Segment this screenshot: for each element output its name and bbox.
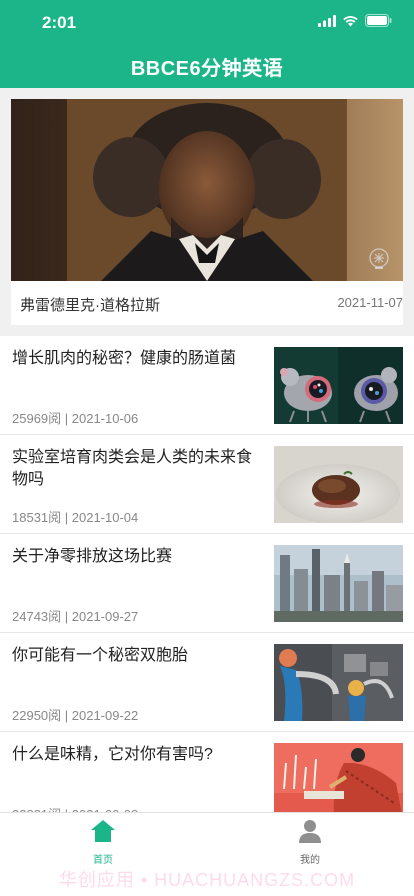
article-meta: 24743阅 | 2021-09-27 bbox=[12, 609, 139, 624]
article-thumbnail-net-zero bbox=[274, 545, 403, 622]
list-item[interactable]: 实验室培育肉类会是人类的未来食物吗 18531阅 | 2021-10-04 bbox=[0, 435, 414, 534]
featured-portrait-image bbox=[11, 99, 403, 281]
user-icon bbox=[299, 820, 321, 843]
article-meta: 33881阅 | 2021-09-08 bbox=[12, 804, 138, 812]
article-thumbnail-lab-meat bbox=[274, 446, 403, 523]
featured-section: 弗雷德里克·道格拉斯 2021-11-07 bbox=[0, 88, 414, 336]
list-item[interactable]: 什么是味精，它对你有害吗? 33881阅 | 2021-09-08 bbox=[0, 732, 414, 812]
article-title: 关于净零排放这场比赛 bbox=[12, 548, 173, 565]
watermark-text: 华创应用 • HUACHUANGZS.COM bbox=[58, 870, 356, 890]
tab-mine[interactable]: 我的 bbox=[270, 819, 350, 866]
home-icon bbox=[91, 820, 115, 842]
article-title: 实验室培育肉类会是人类的未来食物吗 bbox=[12, 449, 253, 488]
article-thumbnail-twin bbox=[274, 644, 403, 721]
article-meta: 18531阅 | 2021-10-04 bbox=[12, 510, 139, 525]
tab-home-label: 首页 bbox=[93, 855, 113, 866]
status-bar: 2:01 bbox=[0, 0, 414, 44]
article-title: 什么是味精，它对你有害吗? bbox=[12, 746, 213, 763]
list-item[interactable]: 关于净零排放这场比赛 24743阅 | 2021-09-27 bbox=[0, 534, 414, 633]
app-header: 2:01 BBCE6分钟英语 bbox=[0, 0, 414, 88]
article-thumbnail-gut-bacteria bbox=[274, 347, 403, 424]
article-meta: 25969阅 | 2021-10-06 bbox=[12, 411, 139, 426]
article-thumbnail-msg bbox=[274, 743, 403, 812]
article-title: 增长肌肉的秘密？健康的肠道菌 bbox=[12, 350, 237, 367]
page-title: BBCE6分钟英语 bbox=[130, 58, 284, 80]
tab-mine-label: 我的 bbox=[300, 855, 320, 866]
publisher-logo-icon bbox=[369, 248, 389, 269]
list-item[interactable]: 增长肌肉的秘密？健康的肠道菌 25969阅 | 2021-10-06 bbox=[0, 336, 414, 435]
signal-icon bbox=[318, 14, 336, 27]
status-icons bbox=[318, 14, 392, 27]
status-time: 2:01 bbox=[42, 13, 77, 32]
tab-home[interactable]: 首页 bbox=[63, 819, 143, 866]
article-meta: 22950阅 | 2021-09-22 bbox=[12, 708, 139, 723]
article-feed[interactable]: 弗雷德里克·道格拉斯 2021-11-07 增长肌肉的秘密？健康的肠道菌 259… bbox=[0, 88, 414, 812]
wifi-icon bbox=[343, 15, 358, 26]
list-item[interactable]: 你可能有一个秘密双胞胎 22950阅 | 2021-09-22 bbox=[0, 633, 414, 732]
article-title: 你可能有一个秘密双胞胎 bbox=[12, 647, 189, 664]
featured-title[interactable]: 弗雷德里克·道格拉斯 bbox=[20, 294, 160, 315]
featured-date: 2021-11-07 bbox=[337, 295, 403, 310]
featured-article-card[interactable]: 弗雷德里克·道格拉斯 2021-11-07 bbox=[11, 99, 403, 325]
battery-icon bbox=[365, 14, 392, 27]
